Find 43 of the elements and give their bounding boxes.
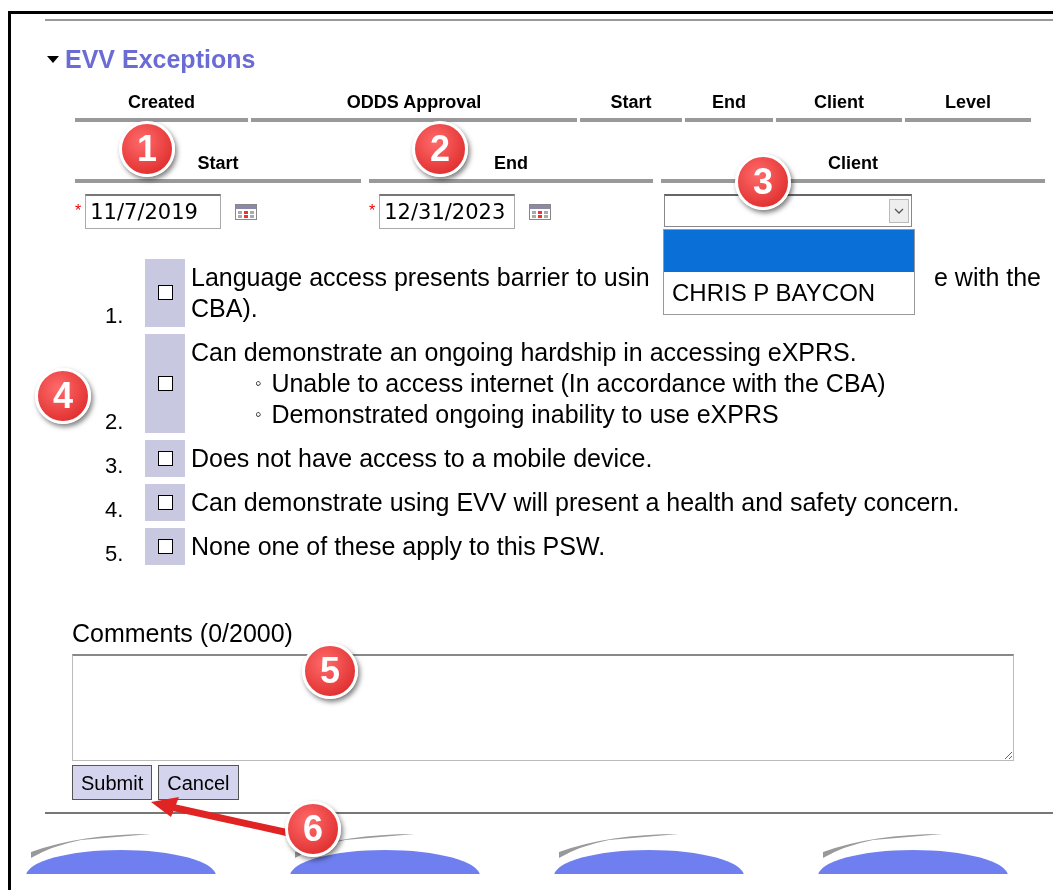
callout-badge: 4 [35, 368, 91, 424]
option-text: CBA). [191, 293, 258, 322]
required-marker: * [369, 201, 376, 221]
expand-triangle-icon[interactable] [47, 56, 59, 64]
list-number: 2. [105, 410, 125, 433]
option-text: Can demonstrate using EVV will present a health and safety concern. [190, 486, 961, 518]
list-number: 5. [105, 542, 125, 565]
required-marker: * [75, 201, 82, 221]
callout-badge: 6 [285, 801, 341, 857]
comments-label: Comments (0/2000) [72, 617, 294, 649]
option-text: None one of these apply to this PSW. [190, 530, 607, 562]
option-text: Language access presents barrier to usin [191, 261, 650, 293]
checkbox[interactable] [157, 375, 173, 391]
checkbox[interactable] [157, 450, 173, 466]
form-button[interactable]: Submit [72, 765, 153, 800]
form-button[interactable]: Cancel [158, 765, 239, 800]
callout-badge: 3 [735, 154, 791, 210]
list-number: 4. [105, 498, 125, 521]
option-text: e with the [934, 261, 1041, 293]
sub-option-text: Unable to access internet (In accordance with the CBA) [271, 367, 886, 399]
checkbox[interactable] [157, 285, 173, 300]
column-header: End [685, 88, 773, 122]
column-header: ODDS Approval [251, 88, 577, 122]
list-number: 3. [105, 454, 125, 477]
column-header: Client [776, 88, 902, 122]
checkbox[interactable] [157, 538, 173, 554]
date-field[interactable]: 12/31/2023 [379, 193, 516, 229]
section-title: EVV Exceptions [65, 44, 256, 75]
list-bullet: ◦ [255, 371, 262, 395]
column-header: Start [580, 88, 682, 122]
chevron-down-icon [894, 207, 904, 214]
comments-field[interactable] [72, 654, 1014, 761]
date-field[interactable]: 11/7/2019 [85, 193, 222, 229]
option-text: Can demonstrate an ongoing hardship in accessing eXPRS. [191, 336, 858, 368]
checkbox[interactable] [157, 494, 173, 510]
callout-badge: 5 [302, 643, 358, 699]
column-header: Level [905, 88, 1031, 122]
column-header: Created [75, 88, 248, 122]
list-number: 1. [105, 304, 125, 327]
dropdown-option[interactable]: CHRIS P BAYCON [664, 271, 914, 314]
sub-option-text: Demonstrated ongoing inability to use eXPRS [271, 398, 779, 430]
list-bullet: ◦ [255, 402, 262, 426]
option-text: Does not have access to a mobile device. [190, 442, 654, 474]
